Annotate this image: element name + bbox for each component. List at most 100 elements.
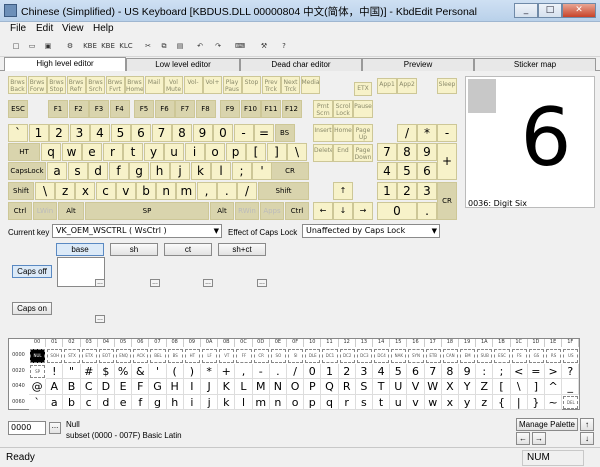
main-key[interactable]: i xyxy=(184,143,205,161)
character-cell[interactable]: $ xyxy=(97,363,115,379)
media-key[interactable]: Media xyxy=(300,76,320,94)
main-key[interactable]: h xyxy=(149,162,170,180)
character-cell[interactable]: SOH xyxy=(47,349,63,363)
media-key[interactable]: Vol- xyxy=(183,76,203,94)
etx-key[interactable]: ETX xyxy=(354,82,372,96)
bottom-row-key[interactable]: Ctrl xyxy=(285,202,309,220)
system-key[interactable]: Pause xyxy=(353,100,373,118)
arrow-right-key[interactable]: → xyxy=(353,202,373,220)
media-key[interactable]: Brws Stop xyxy=(47,76,66,94)
media-key[interactable]: Vol Mute xyxy=(164,76,183,94)
character-cell[interactable]: [ xyxy=(493,379,511,395)
media-key[interactable]: Brws Srch xyxy=(86,76,105,94)
character-cell[interactable]: k xyxy=(218,394,236,410)
navigation-key[interactable]: Page Up xyxy=(353,124,373,142)
character-cell[interactable]: Q xyxy=(321,379,339,395)
menu-file[interactable]: File xyxy=(10,23,26,34)
character-cell[interactable]: f xyxy=(132,394,150,410)
character-cell[interactable]: d xyxy=(97,394,115,410)
character-cell[interactable]: E xyxy=(115,379,133,395)
character-cell[interactable]: : xyxy=(476,363,494,379)
character-cell[interactable]: ENQ xyxy=(116,349,132,363)
character-cell[interactable]: n xyxy=(269,394,287,410)
character-cell[interactable]: w xyxy=(424,394,442,410)
function-key[interactable]: F3 xyxy=(89,100,109,118)
media-key[interactable]: Mail xyxy=(144,76,164,94)
character-cell[interactable]: = xyxy=(527,363,545,379)
function-key[interactable]: F1 xyxy=(48,100,68,118)
save-icon[interactable]: ▣ xyxy=(40,39,56,54)
numpad-key[interactable]: / xyxy=(397,124,417,142)
main-key[interactable]: 7 xyxy=(151,124,172,142)
caps-on-button[interactable]: Caps on xyxy=(12,302,52,315)
current-key-select[interactable]: VK_OEM_WSCTRL ( WsCtrl ) ▼ xyxy=(52,224,222,238)
navigation-key[interactable]: Delete xyxy=(313,144,333,162)
character-cell[interactable]: SP xyxy=(30,364,46,378)
character-cell[interactable]: & xyxy=(132,363,150,379)
media-key[interactable]: Stop xyxy=(242,76,261,94)
main-key[interactable]: d xyxy=(88,162,108,180)
character-cell[interactable]: p xyxy=(304,394,322,410)
media-key[interactable]: Brws Forw xyxy=(27,76,47,94)
numpad-key[interactable]: * xyxy=(417,124,437,142)
media-key[interactable]: Brws Back xyxy=(8,76,27,94)
character-cell[interactable]: C xyxy=(80,379,98,395)
main-key[interactable]: w xyxy=(61,143,82,161)
character-cell[interactable]: a xyxy=(46,394,64,410)
main-key[interactable]: 2 xyxy=(49,124,69,142)
bottom-row-key[interactable]: SP xyxy=(85,202,209,220)
character-cell[interactable]: J xyxy=(201,379,219,395)
main-key[interactable]: ; xyxy=(231,162,252,180)
main-key[interactable]: ] xyxy=(266,143,287,161)
menu-edit[interactable]: Edit xyxy=(36,23,53,34)
main-key[interactable]: - xyxy=(233,124,254,142)
close-button[interactable]: ✕ xyxy=(562,3,596,18)
character-cell[interactable]: c xyxy=(80,394,98,410)
redo-icon[interactable]: ↷ xyxy=(210,39,226,54)
character-cell[interactable]: m xyxy=(252,394,270,410)
numpad-key[interactable]: 6 xyxy=(417,162,437,180)
character-cell[interactable]: # xyxy=(80,363,98,379)
character-cell[interactable]: SI xyxy=(288,349,304,363)
function-key[interactable]: F2 xyxy=(68,100,89,118)
function-key[interactable]: F7 xyxy=(175,100,195,118)
character-cell[interactable]: FS xyxy=(511,349,527,363)
numpad-key[interactable]: + xyxy=(437,143,457,180)
cut-icon[interactable]: ✂ xyxy=(140,39,156,54)
media-key[interactable]: Brws Refr xyxy=(66,76,86,94)
character-cell[interactable]: N xyxy=(269,379,287,395)
main-key[interactable]: j xyxy=(170,162,190,180)
character-cell[interactable]: l xyxy=(235,394,253,410)
menu-help[interactable]: Help xyxy=(93,23,114,34)
arrow-left-button[interactable]: ← xyxy=(516,432,530,445)
main-key[interactable]: ` xyxy=(8,124,28,142)
main-key[interactable]: 1 xyxy=(28,124,49,142)
character-cell[interactable]: } xyxy=(527,394,545,410)
tab-sticker-map[interactable]: Sticker map xyxy=(474,58,596,71)
character-cell[interactable]: ? xyxy=(562,363,580,379)
media-key[interactable]: Brws Home xyxy=(125,76,144,94)
character-cell[interactable]: , xyxy=(235,363,253,379)
character-cell[interactable]: r xyxy=(338,394,356,410)
char-picker-button[interactable]: ... xyxy=(49,422,61,434)
character-cell[interactable]: O xyxy=(287,379,305,395)
main-key[interactable]: \ xyxy=(35,182,55,200)
character-cell[interactable]: ` xyxy=(29,394,47,410)
character-cell[interactable]: V xyxy=(407,379,425,395)
character-cell[interactable]: R xyxy=(338,379,356,395)
character-cell[interactable]: US xyxy=(563,349,579,363)
navigation-key[interactable]: Page Down xyxy=(353,144,373,162)
bottom-row-key[interactable]: RWin xyxy=(235,202,259,220)
main-key[interactable]: q xyxy=(41,143,61,161)
arrow-down-key[interactable]: ↓ xyxy=(333,202,353,220)
keyboard-icon[interactable]: ⌨ xyxy=(232,39,248,54)
character-cell[interactable]: * xyxy=(201,363,219,379)
character-cell[interactable]: j xyxy=(201,394,219,410)
app2-key[interactable]: App2 xyxy=(397,78,417,94)
character-cell[interactable]: DC1 xyxy=(322,349,338,363)
character-cell[interactable]: W xyxy=(424,379,442,395)
kbe-import-icon[interactable]: KBE xyxy=(82,39,98,54)
character-cell[interactable]: 2 xyxy=(338,363,356,379)
main-key[interactable]: 6 xyxy=(131,124,151,142)
main-key[interactable]: 5 xyxy=(110,124,131,142)
